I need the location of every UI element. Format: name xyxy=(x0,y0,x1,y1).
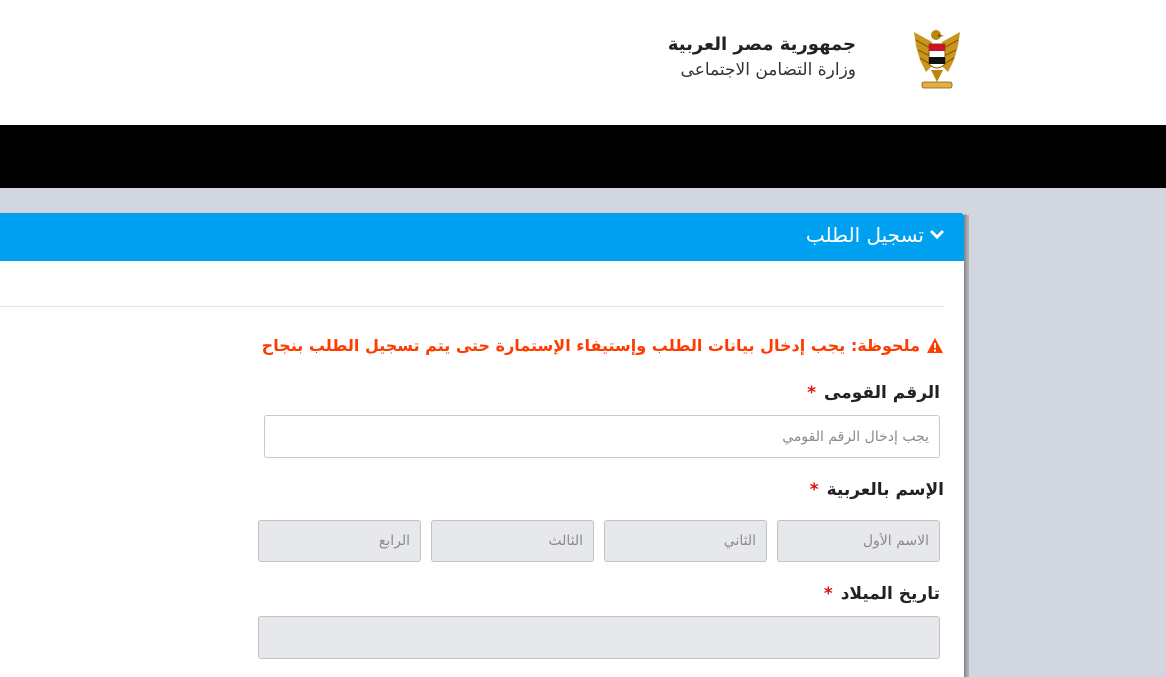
required-mark: * xyxy=(809,480,819,500)
form-note-text: ملحوظة: يجب إدخال بيانات الطلب وإستيفاء … xyxy=(261,336,920,355)
section-divider xyxy=(0,306,944,307)
national-id-label: الرقم القومى * xyxy=(807,383,940,403)
national-id-input[interactable] xyxy=(264,415,940,458)
national-id-label-text: الرقم القومى xyxy=(824,383,940,403)
form-note: ملحوظة: يجب إدخال بيانات الطلب وإستيفاء … xyxy=(262,336,944,355)
header-titles: جمهورية مصر العربية وزارة التضامن الاجتم… xyxy=(668,33,856,83)
birth-date-input[interactable] xyxy=(258,616,940,659)
egypt-eagle-emblem-icon xyxy=(912,26,962,92)
arabic-name-label: الإسم بالعربية * xyxy=(810,480,944,500)
panel-title-text: تسجيل الطلب xyxy=(805,223,924,247)
country-name: جمهورية مصر العربية xyxy=(667,34,856,55)
birth-date-label-text: تاريخ الميلاد xyxy=(840,584,940,604)
warning-icon xyxy=(927,338,943,353)
panel-title[interactable]: تسجيل الطلب xyxy=(806,223,944,247)
required-mark: * xyxy=(807,383,816,403)
panel-header[interactable]: تسجيل الطلب xyxy=(0,213,964,261)
fourth-name-input[interactable] xyxy=(258,520,421,562)
birth-date-label: تاريخ الميلاد * xyxy=(824,584,940,604)
third-name-input[interactable] xyxy=(431,520,594,562)
first-name-input[interactable] xyxy=(777,520,940,562)
panel-edge-shadow xyxy=(964,215,969,677)
ministry-name: وزارة التضامن الاجتماعى xyxy=(680,60,856,80)
arabic-name-label-text: الإسم بالعربية xyxy=(826,480,944,500)
second-name-input[interactable] xyxy=(604,520,767,562)
chevron-down-icon xyxy=(930,230,944,240)
site-header: جمهورية مصر العربية وزارة التضامن الاجتم… xyxy=(0,0,1166,125)
required-mark: * xyxy=(823,584,833,604)
registration-panel: تسجيل الطلب ملحوظة: يجب إدخال بيانات الط… xyxy=(0,213,964,677)
top-navbar xyxy=(0,125,1166,188)
